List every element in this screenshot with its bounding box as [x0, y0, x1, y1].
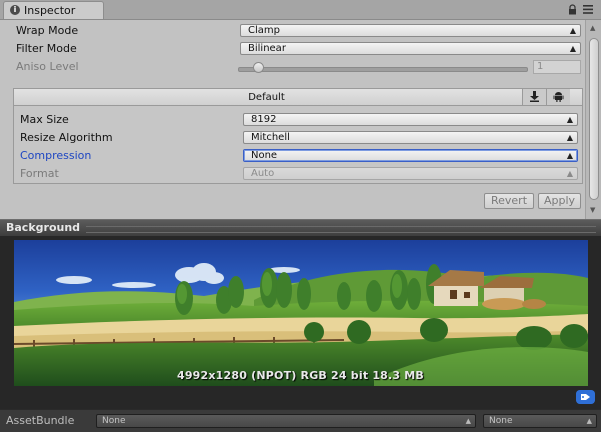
dropdown-arrow-icon: ▲︎ — [569, 26, 576, 35]
landscape-illustration — [14, 240, 588, 386]
max-size-value: 8192 — [251, 114, 277, 125]
platform-tab-standalone[interactable] — [522, 89, 546, 105]
resize-algorithm-value: Mitchell — [251, 132, 290, 143]
preview-header[interactable]: Background — [0, 219, 601, 236]
dropdown-arrow-icon: ▲︎ — [566, 169, 573, 178]
assetbundle-variant-dropdown[interactable]: None ▲︎ — [483, 414, 597, 428]
texture-info-text: 4992x1280 (NPOT) RGB 24 bit 18.3 MB — [176, 369, 425, 382]
aniso-level-label: Aniso Level — [16, 60, 79, 73]
wrap-mode-value: Clamp — [248, 25, 280, 36]
resize-algorithm-label: Resize Algorithm — [20, 131, 113, 144]
scroll-down-icon[interactable]: ▼︎ — [590, 206, 595, 214]
aniso-level-slider-track[interactable] — [238, 67, 528, 72]
menu-icon[interactable] — [583, 5, 593, 14]
tag-icon[interactable] — [576, 390, 595, 404]
assetbundle-name-dropdown[interactable]: None ▲︎ — [96, 414, 476, 428]
compression-value: None — [251, 150, 278, 161]
format-label: Format — [20, 167, 59, 180]
texture-preview-image — [14, 240, 588, 386]
aniso-level-slider-thumb[interactable] — [253, 62, 264, 73]
preview-resize-grip[interactable] — [86, 226, 596, 233]
format-value: Auto — [251, 168, 275, 179]
assetbundle-variant-value: None — [489, 416, 513, 426]
dropdown-arrow-icon: ▲︎ — [465, 417, 471, 425]
scrollbar-thumb[interactable] — [589, 38, 599, 200]
lock-icon[interactable] — [568, 4, 577, 15]
filter-mode-label: Filter Mode — [16, 42, 77, 55]
revert-button[interactable]: Revert — [484, 193, 534, 209]
format-dropdown[interactable]: Auto ▲︎ — [243, 167, 578, 180]
wrap-mode-label: Wrap Mode — [16, 24, 79, 37]
platform-tabs-header: Default — [13, 88, 583, 106]
compression-dropdown[interactable]: None ▲︎ — [243, 149, 578, 162]
aniso-level-field[interactable]: 1 — [533, 60, 581, 74]
max-size-label: Max Size — [20, 113, 69, 126]
assetbundle-label: AssetBundle — [6, 414, 75, 427]
filter-mode-dropdown[interactable]: Bilinear ▲︎ — [240, 42, 581, 55]
tab-bar: i Inspector — [0, 0, 601, 20]
preview-title: Background — [6, 221, 81, 234]
dropdown-arrow-icon: ▲︎ — [566, 133, 573, 142]
info-icon: i — [10, 5, 20, 15]
dropdown-arrow-icon: ▲︎ — [586, 417, 592, 425]
inspector-scrollbar[interactable]: ▲︎ ▼︎ — [585, 20, 601, 219]
tab-inspector[interactable]: i Inspector — [3, 1, 104, 19]
wrap-mode-dropdown[interactable]: Clamp ▲︎ — [240, 24, 581, 37]
dropdown-arrow-icon: ▲︎ — [566, 115, 573, 124]
compression-label: Compression — [20, 149, 92, 162]
tab-inspector-label: Inspector — [24, 4, 76, 17]
max-size-dropdown[interactable]: 8192 ▲︎ — [243, 113, 578, 126]
download-icon — [530, 91, 539, 102]
scroll-up-icon[interactable]: ▲︎ — [590, 24, 595, 32]
dropdown-arrow-icon: ▲︎ — [566, 151, 573, 160]
android-icon — [553, 92, 564, 102]
resize-algorithm-dropdown[interactable]: Mitchell ▲︎ — [243, 131, 578, 144]
assetbundle-bar: AssetBundle None ▲︎ None ▲︎ — [0, 409, 601, 432]
platform-tab-android[interactable] — [546, 89, 570, 105]
filter-mode-value: Bilinear — [248, 43, 286, 54]
dropdown-arrow-icon: ▲︎ — [569, 44, 576, 53]
apply-button[interactable]: Apply — [538, 193, 581, 209]
platform-tab-default[interactable]: Default — [14, 92, 519, 103]
assetbundle-name-value: None — [102, 416, 126, 426]
